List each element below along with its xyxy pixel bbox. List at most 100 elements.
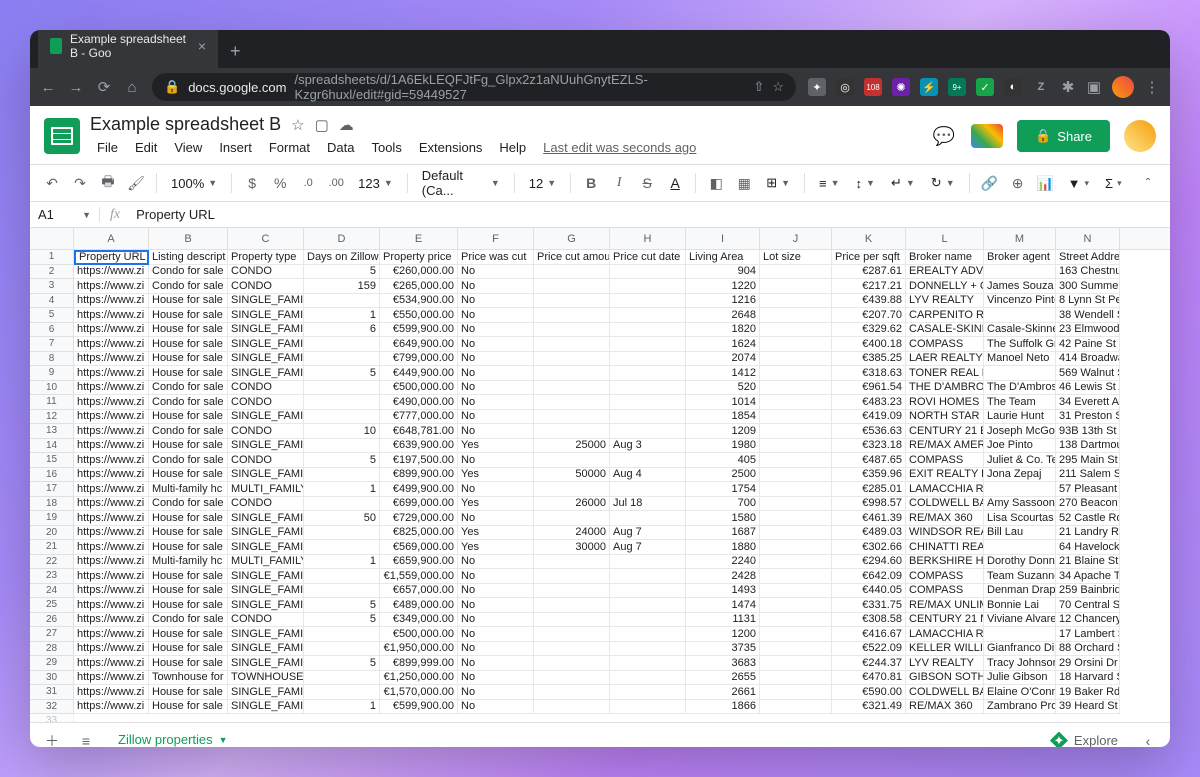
data-cell[interactable]: 1 [304, 555, 380, 570]
data-cell[interactable]: €449,900.00 [380, 366, 458, 381]
data-cell[interactable]: House for sale [149, 337, 228, 352]
data-cell[interactable]: Multi-family hc [149, 555, 228, 570]
data-cell[interactable] [534, 337, 610, 352]
row-header[interactable]: 7 [30, 337, 74, 352]
data-cell[interactable]: €550,000.00 [380, 308, 458, 323]
data-cell[interactable] [534, 395, 610, 410]
data-cell[interactable]: No [458, 555, 534, 570]
data-cell[interactable]: https://www.zi [74, 656, 149, 671]
data-cell[interactable]: No [458, 584, 534, 599]
data-cell[interactable]: 64 Havelock St Malde [1056, 540, 1120, 555]
data-cell[interactable]: Gianfranco DiR [984, 642, 1056, 657]
meet-icon[interactable] [971, 124, 1003, 148]
data-cell[interactable]: https://www.zi [74, 642, 149, 657]
data-cell[interactable]: 50000 [534, 468, 610, 483]
data-cell[interactable]: Condo for sale [149, 497, 228, 512]
data-cell[interactable] [610, 642, 686, 657]
star-icon[interactable]: ☆ [772, 79, 784, 95]
data-cell[interactable]: TONER REAL ESTATE [906, 366, 984, 381]
data-cell[interactable]: No [458, 569, 534, 584]
data-cell[interactable] [610, 482, 686, 497]
data-cell[interactable] [760, 627, 832, 642]
data-cell[interactable]: The Team [984, 395, 1056, 410]
data-cell[interactable] [534, 323, 610, 338]
data-cell[interactable]: https://www.zi [74, 700, 149, 715]
data-cell[interactable]: 30000 [534, 540, 610, 555]
data-cell[interactable]: €285.01 [832, 482, 906, 497]
data-cell[interactable]: 2655 [686, 671, 760, 686]
data-cell[interactable] [760, 323, 832, 338]
data-cell[interactable]: Viviane Alvarer [984, 613, 1056, 628]
data-cell[interactable]: Yes [458, 497, 534, 512]
data-cell[interactable]: Yes [458, 439, 534, 454]
data-cell[interactable]: 1866 [686, 700, 760, 715]
data-cell[interactable]: €777,000.00 [380, 410, 458, 425]
data-cell[interactable]: 34 Apache Trl Arling [1056, 569, 1120, 584]
data-cell[interactable] [760, 613, 832, 628]
data-cell[interactable]: Condo for sale [149, 265, 228, 280]
column-title-cell[interactable]: Price cut date [610, 250, 686, 265]
data-cell[interactable] [984, 308, 1056, 323]
data-cell[interactable] [610, 656, 686, 671]
data-cell[interactable]: 1200 [686, 627, 760, 642]
data-cell[interactable]: €534,900.00 [380, 294, 458, 309]
data-cell[interactable]: 18 Harvard St # Arling [1056, 671, 1120, 686]
reload-icon[interactable]: ⟳ [96, 78, 112, 96]
ext-icon-9[interactable]: Z [1032, 78, 1050, 96]
column-title-cell[interactable]: Days on Zillow [304, 250, 380, 265]
home-icon[interactable]: ⌂ [124, 79, 140, 96]
data-cell[interactable] [534, 685, 610, 700]
close-tab-icon[interactable]: × [198, 38, 206, 54]
data-cell[interactable]: SINGLE_FAMILY [228, 352, 304, 367]
data-cell[interactable]: SINGLE_FAMIL [228, 323, 304, 338]
data-cell[interactable] [610, 453, 686, 468]
data-cell[interactable] [304, 569, 380, 584]
print-icon[interactable]: 🖶 [96, 171, 120, 195]
data-cell[interactable] [610, 511, 686, 526]
row-header[interactable]: 1 [30, 250, 74, 265]
data-cell[interactable]: https://www.zi [74, 468, 149, 483]
data-cell[interactable]: 5 [304, 366, 380, 381]
data-cell[interactable]: House for sale [149, 323, 228, 338]
row-header[interactable]: 11 [30, 395, 74, 410]
data-cell[interactable] [304, 294, 380, 309]
data-cell[interactable]: 904 [686, 265, 760, 280]
data-cell[interactable]: €648,781.00 [380, 424, 458, 439]
data-cell[interactable]: 1754 [686, 482, 760, 497]
data-cell[interactable]: €318.63 [832, 366, 906, 381]
data-cell[interactable]: CHINATTI REALTY GROUP [906, 540, 984, 555]
share-button[interactable]: 🔒 Share [1017, 120, 1110, 152]
column-title-cell[interactable]: Price was cut [458, 250, 534, 265]
menu-extensions[interactable]: Extensions [412, 137, 490, 158]
data-cell[interactable]: €899,999.00 [380, 656, 458, 671]
column-title-cell[interactable]: Property type [228, 250, 304, 265]
user-avatar[interactable] [1124, 120, 1156, 152]
data-cell[interactable]: €440.05 [832, 584, 906, 599]
bold-icon[interactable]: B [579, 171, 603, 195]
data-cell[interactable]: THE D'AMBROS [906, 381, 984, 396]
data-cell[interactable] [610, 685, 686, 700]
data-cell[interactable]: 1493 [686, 584, 760, 599]
data-cell[interactable]: 211 Salem St Rever [1056, 468, 1120, 483]
data-cell[interactable]: https://www.zi [74, 526, 149, 541]
data-cell[interactable]: Bill Lau [984, 526, 1056, 541]
col-header-F[interactable]: F [458, 228, 534, 249]
currency-icon[interactable]: $ [240, 171, 264, 195]
data-cell[interactable]: No [458, 352, 534, 367]
data-cell[interactable]: CASALE-SKINN [906, 323, 984, 338]
data-cell[interactable] [610, 569, 686, 584]
data-cell[interactable]: €470.81 [832, 671, 906, 686]
data-cell[interactable]: €385.25 [832, 352, 906, 367]
data-cell[interactable]: €499,900.00 [380, 482, 458, 497]
side-panel-toggle-icon[interactable]: ‹ [1136, 729, 1160, 748]
h-align-dropdown[interactable]: ≡▼ [813, 176, 846, 191]
data-cell[interactable] [760, 555, 832, 570]
data-cell[interactable]: €461.39 [832, 511, 906, 526]
data-cell[interactable] [534, 381, 610, 396]
new-tab-button[interactable]: + [218, 35, 253, 68]
data-cell[interactable]: 42 Paine St Winth [1056, 337, 1120, 352]
data-cell[interactable]: Laurie Hunt [984, 410, 1056, 425]
data-cell[interactable]: €825,000.00 [380, 526, 458, 541]
data-cell[interactable]: No [458, 323, 534, 338]
data-cell[interactable]: Aug 3 [610, 439, 686, 454]
